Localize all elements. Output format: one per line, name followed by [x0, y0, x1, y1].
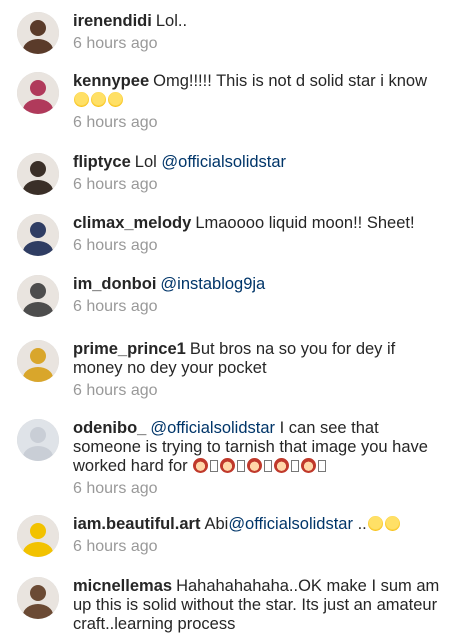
missing-glyph-icon — [237, 460, 246, 472]
mention-link[interactable]: @officialsolidstar — [228, 515, 353, 533]
laughing-tears-emoji-icon — [74, 92, 89, 107]
comment-timestamp: 6 hours ago — [73, 176, 158, 193]
comment-text: odenibo_ @officialsolidstar I can see tha… — [73, 419, 443, 476]
mention-link[interactable]: @instablog9ja — [160, 275, 265, 293]
comment-username[interactable]: odenibo_ — [73, 419, 146, 437]
missing-glyph-icon — [291, 460, 300, 472]
comment-timestamp: 6 hours ago — [73, 237, 158, 254]
comment-message: Lol — [134, 153, 162, 171]
comment-username[interactable]: kennypee — [73, 72, 149, 90]
mention-link[interactable]: @officialsolidstar — [161, 153, 286, 171]
comment-username[interactable]: im_donboi — [73, 275, 156, 293]
comment-text: kennypee Omg!!!!! This is not d solid sta… — [73, 72, 443, 110]
comment-timestamp: 6 hours ago — [73, 298, 158, 315]
comment-timestamp: 6 hours ago — [73, 114, 158, 131]
user-avatar[interactable] — [17, 419, 59, 461]
user-avatar[interactable] — [17, 340, 59, 382]
missing-glyph-icon — [264, 460, 273, 472]
comment-message: Abi — [204, 515, 229, 533]
comment-username[interactable]: fliptyce — [73, 153, 131, 171]
comment-body: kennypee Omg!!!!! This is not d solid sta… — [73, 72, 443, 132]
grinning-emoji-icon — [384, 516, 400, 531]
comment-body: climax_melody Lmaoooo liquid moon!! Sheet… — [73, 214, 443, 255]
comment-text: fliptyce Lol @officialsolidstar — [73, 153, 443, 172]
comment-body: irenendidi Lol.. 6 hours ago — [73, 12, 443, 53]
comment-username[interactable]: iam.beautiful.art — [73, 515, 200, 533]
user-avatar[interactable] — [17, 275, 59, 317]
user-avatar[interactable] — [17, 214, 59, 256]
missing-glyph-icon — [318, 460, 327, 472]
comment-text: iam.beautiful.art Abi@officialsolidstar .… — [73, 515, 443, 534]
comment-body: fliptyce Lol @officialsolidstar 6 hours ag… — [73, 153, 443, 194]
comment-text: im_donboi @instablog9ja — [73, 275, 443, 294]
comment-username[interactable]: prime_prince1 — [73, 340, 186, 358]
comment-username[interactable]: irenendidi — [73, 12, 152, 30]
missing-glyph-icon — [210, 460, 219, 472]
laughing-tears-emoji-icon — [367, 516, 383, 531]
woman-face-emoji-icon — [274, 458, 290, 473]
comment-timestamp: 6 hours ago — [73, 480, 158, 497]
comment-body: im_donboi @instablog9ja 6 hours ago — [73, 275, 443, 316]
comment-text: prime_prince1 But bros na so you for dey … — [73, 340, 443, 378]
comment-timestamp: 6 hours ago — [73, 35, 158, 52]
comment-message: Lmaoooo liquid moon!! Sheet! — [195, 214, 415, 232]
woman-face-emoji-icon — [220, 458, 236, 473]
woman-face-emoji-icon — [247, 458, 263, 473]
comment-timestamp: 6 hours ago — [73, 382, 158, 399]
woman-face-emoji-icon — [301, 458, 317, 473]
laughing-tears-emoji-icon — [91, 92, 106, 107]
user-avatar[interactable] — [17, 72, 59, 114]
comment-body: odenibo_ @officialsolidstar I can see tha… — [73, 419, 443, 498]
comment-message: .. — [352, 515, 367, 533]
comment-message: Lol.. — [155, 12, 188, 30]
comment-body: iam.beautiful.art Abi@officialsolidstar .… — [73, 515, 443, 556]
user-avatar[interactable] — [17, 515, 59, 557]
mention-link[interactable]: @officialsolidstar — [150, 419, 275, 437]
comment-timestamp: 6 hours ago — [73, 538, 158, 555]
comment-text: climax_melody Lmaoooo liquid moon!! Sheet… — [73, 214, 443, 233]
comment-text: irenendidi Lol.. — [73, 12, 443, 31]
user-avatar[interactable] — [17, 577, 59, 619]
comment-username[interactable]: climax_melody — [73, 214, 191, 232]
comment-username[interactable]: micnellemas — [73, 577, 172, 595]
user-avatar[interactable] — [17, 12, 59, 54]
grinning-emoji-icon — [108, 92, 123, 107]
comment-body: micnellemas Hahahahahaha..OK make I sum a… — [73, 577, 443, 634]
comment-message: Omg!!!!! This is not d solid star i know — [153, 72, 428, 90]
user-avatar[interactable] — [17, 153, 59, 195]
woman-face-emoji-icon — [193, 458, 209, 473]
comment-body: prime_prince1 But bros na so you for dey … — [73, 340, 443, 400]
comments-list: irenendidi Lol.. 6 hours ago kennypee Omg!!!… — [0, 0, 461, 640]
comment-text: micnellemas Hahahahahaha..OK make I sum a… — [73, 577, 443, 634]
